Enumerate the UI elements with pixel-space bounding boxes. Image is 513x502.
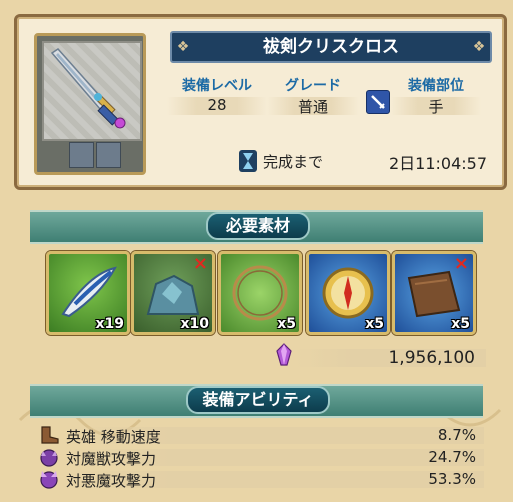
grade-value: 普通 [297,98,328,116]
material-slot-ore[interactable]: × x10 [131,251,215,335]
item-name: 祓剣クリスクロス [263,37,399,57]
slot-value: 手 [428,98,444,116]
socket-slot [69,142,94,168]
sword-slot-icon [366,90,390,114]
missing-mark: × [192,253,208,274]
missing-mark: × [453,253,469,274]
material-slot-leather[interactable]: × x5 [392,251,476,335]
hourglass-icon [239,150,257,172]
timer-value: 2日11:04:57 [389,154,488,173]
socket-slot [96,142,121,168]
ability-name: 英雄 移動速度 [66,428,161,446]
crystal-icon [276,343,292,366]
material-quantity: x5 [365,316,384,332]
ability-value: 8.7% [437,426,476,444]
demon-beast-icon [40,449,58,467]
ornament-icon: ❖ [176,39,190,55]
ability-row: 対魔獣攻撃力 24.7% [38,447,484,468]
material-slot-ring[interactable]: x5 [218,251,302,335]
level-value: 28 [207,96,227,114]
material-quantity: x19 [95,316,124,332]
sword-icon [42,41,142,141]
ability-row: 英雄 移動速度 8.7% [38,425,484,446]
material-quantity: x10 [180,316,209,332]
abilities-header: 装備アビリティ [186,386,330,414]
ability-name: 対悪魔攻撃力 [66,472,157,490]
demon-icon [40,471,58,489]
slot-label: 装備部位 [408,78,464,94]
material-quantity: x5 [451,316,470,332]
grade-label: グレード [285,78,341,94]
item-title-bar: ❖ 祓剣クリスクロス ❖ [170,31,492,63]
equipment-card: ❖ 祓剣クリスクロス ❖ 装備レベル 28 グレード 普通 装備部位 手 完成ま… [14,14,507,190]
ability-row: 対悪魔攻撃力 53.3% [38,469,484,490]
ornament-icon: ❖ [472,39,486,55]
boot-icon [41,426,59,444]
ability-value: 24.7% [428,448,476,466]
cost-value: 1,956,100 [388,348,475,368]
material-slot-feather[interactable]: x19 [46,251,130,335]
ability-name: 対魔獣攻撃力 [66,450,157,468]
materials-header: 必要素材 [206,212,310,240]
ability-value: 53.3% [428,470,476,488]
level-label: 装備レベル [182,78,252,94]
timer-label: 完成まで [263,153,324,171]
material-quantity: x5 [277,316,296,332]
item-portrait-frame[interactable] [34,33,146,175]
material-slot-compass[interactable]: x5 [306,251,390,335]
